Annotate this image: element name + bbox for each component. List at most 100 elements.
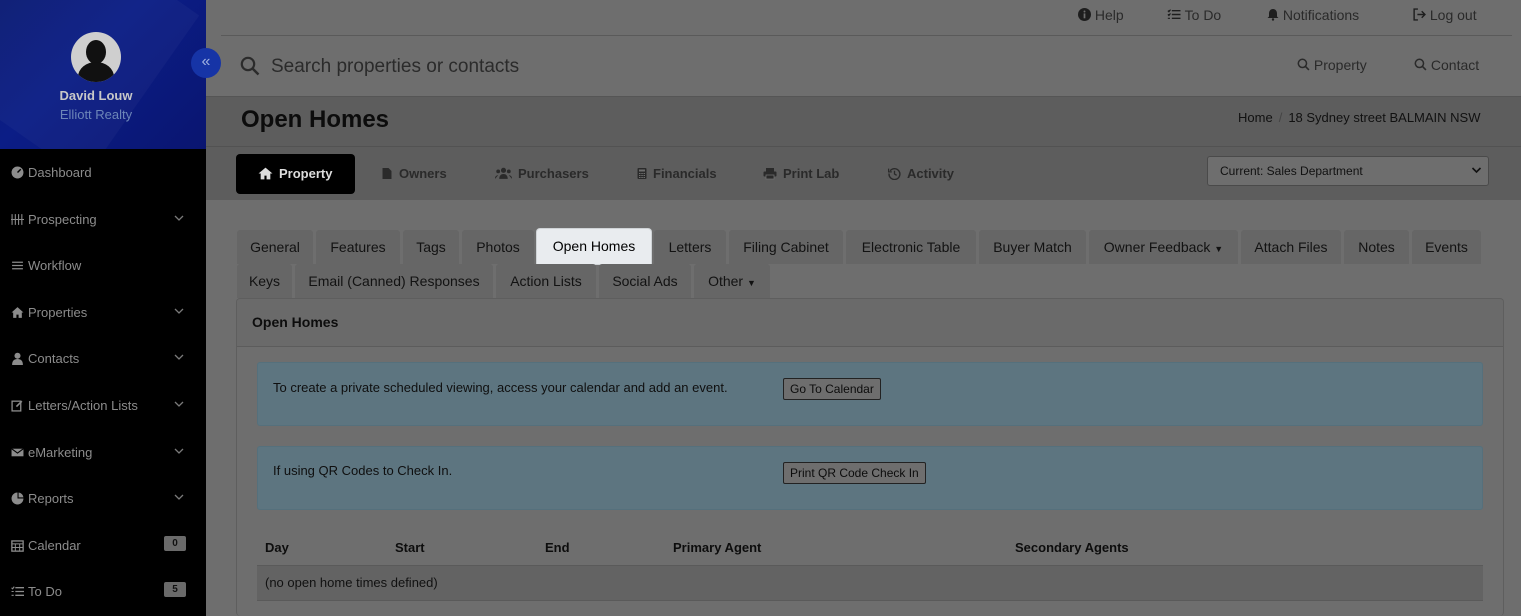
tab-owners[interactable]: Owners <box>380 154 460 194</box>
qr-info-text: If using QR Codes to Check In. <box>273 463 453 478</box>
search-property-label: Property <box>1313 57 1367 73</box>
chevron-down-icon <box>174 308 184 314</box>
subtab-open-homes[interactable]: Open Homes <box>537 229 651 264</box>
sidebar-item-properties[interactable]: Properties <box>0 292 206 332</box>
avatar[interactable] <box>71 32 121 82</box>
divider <box>206 146 1521 147</box>
column-header-primary-agent: Primary Agent <box>673 540 762 555</box>
logout-link[interactable]: Log out <box>1412 7 1477 23</box>
sidebar-item-label: Reports <box>28 491 74 506</box>
todo-count-badge: 5 <box>164 582 186 597</box>
tab-activity[interactable]: Activity <box>888 154 963 194</box>
calendar-count-badge: 0 <box>164 536 186 551</box>
subtab-attach-files[interactable]: Attach Files <box>1241 230 1341 264</box>
logout-label: Log out <box>1429 7 1477 23</box>
subtab-events[interactable]: Events <box>1412 230 1481 264</box>
column-header-day: Day <box>265 540 289 555</box>
user-icon <box>12 352 23 365</box>
tab-print-lab[interactable]: Print Lab <box>763 154 848 194</box>
breadcrumb-current: 18 Sydney street BALMAIN NSW <box>1288 110 1481 125</box>
sidebar-item-contacts[interactable]: Contacts <box>0 338 206 378</box>
print-icon <box>763 168 777 180</box>
help-link[interactable]: Help <box>1078 7 1124 23</box>
sidebar-item-prospecting[interactable]: Prospecting <box>0 199 206 239</box>
go-to-calendar-button[interactable]: Go To Calendar <box>783 378 881 400</box>
breadcrumb-separator: / <box>1278 110 1283 125</box>
subtab-email-responses[interactable]: Email (Canned) Responses <box>295 264 493 298</box>
calendar-icon <box>11 540 24 552</box>
panel-header <box>237 299 1503 347</box>
subtab-owner-feedback[interactable]: Owner Feedback ▼ <box>1089 230 1238 264</box>
list-check-icon <box>1167 9 1181 19</box>
search-icon <box>240 56 260 76</box>
home-icon <box>258 167 273 180</box>
workflow-icon <box>12 261 23 270</box>
info-icon <box>1078 8 1091 21</box>
notifications-link[interactable]: Notifications <box>1267 7 1359 23</box>
tab-label: Purchasers <box>518 166 589 181</box>
subtab-general[interactable]: General <box>237 230 313 264</box>
column-header-start: Start <box>395 540 425 555</box>
search-icon <box>1297 58 1310 71</box>
subtab-filing-cabinet[interactable]: Filing Cabinet <box>729 230 843 264</box>
sidebar-item-label: Properties <box>28 305 88 320</box>
search-contact-button[interactable]: Contact <box>1414 57 1479 73</box>
profile-card: David Louw Elliott Realty <box>0 0 206 149</box>
todo-link[interactable]: To Do <box>1167 7 1221 23</box>
chevron-down-icon <box>174 494 184 500</box>
user-company: Elliott Realty <box>59 107 133 122</box>
subtab-notes[interactable]: Notes <box>1344 230 1409 264</box>
department-select[interactable]: Current: Sales Department <box>1207 156 1489 186</box>
empty-table-message: (no open home times defined) <box>265 575 438 590</box>
breadcrumb: Home / 18 Sydney street BALMAIN NSW <box>1238 110 1481 125</box>
subtab-features[interactable]: Features <box>316 230 400 264</box>
tab-purchasers[interactable]: Purchasers <box>495 154 595 194</box>
sidebar-item-workflow[interactable]: Workflow <box>0 245 206 285</box>
sidebar-item-emarketing[interactable]: eMarketing <box>0 432 206 472</box>
chevron-down-icon <box>174 448 184 454</box>
breadcrumb-home[interactable]: Home <box>1238 110 1273 125</box>
subtab-tags[interactable]: Tags <box>403 230 459 264</box>
tab-label: Property <box>279 166 333 181</box>
print-qr-code-button[interactable]: Print QR Code Check In <box>783 462 926 484</box>
table-row <box>257 566 1483 601</box>
sidebar-item-letters[interactable]: Letters/Action Lists <box>0 385 206 425</box>
search-icon <box>1414 58 1427 71</box>
todo-label: To Do <box>1184 7 1222 23</box>
sidebar-item-calendar[interactable]: Calendar 0 <box>0 525 206 565</box>
tab-label: Activity <box>907 166 954 181</box>
tab-financials[interactable]: Financials <box>636 154 721 194</box>
tab-label: Financials <box>653 166 717 181</box>
search-input[interactable] <box>271 54 871 80</box>
search-property-button[interactable]: Property <box>1297 57 1367 73</box>
subtab-action-lists[interactable]: Action Lists <box>496 264 596 298</box>
caret-down-icon: ▼ <box>1214 244 1224 254</box>
sidebar-item-dashboard[interactable]: Dashboard <box>0 152 206 192</box>
sidebar: David Louw Elliott Realty Dashboard Pros… <box>0 0 206 616</box>
home-icon <box>11 307 24 318</box>
subtab-electronic-table[interactable]: Electronic Table <box>846 230 976 264</box>
tab-property[interactable]: Property <box>236 154 355 194</box>
dashboard-icon <box>11 166 24 179</box>
sidebar-item-label: Contacts <box>28 351 80 366</box>
file-icon <box>382 168 392 179</box>
subtab-keys[interactable]: Keys <box>237 264 292 298</box>
sidebar-item-todo[interactable]: To Do 5 <box>0 571 206 611</box>
user-name: David Louw <box>59 88 133 103</box>
collapse-sidebar-button[interactable]: « <box>191 48 221 78</box>
subtab-letters[interactable]: Letters <box>654 230 726 264</box>
subtab-social-ads[interactable]: Social Ads <box>599 264 691 298</box>
subtab-other[interactable]: Other ▼ <box>694 264 770 298</box>
sidebar-item-reports[interactable]: Reports <box>0 478 206 518</box>
search-contact-label: Contact <box>1430 57 1480 73</box>
tab-label: Owners <box>399 166 447 181</box>
page-title: Open Homes <box>241 106 390 133</box>
sidebar-item-label: Prospecting <box>28 212 97 227</box>
history-icon <box>888 167 901 180</box>
pie-chart-icon <box>11 492 24 505</box>
double-chevron-left-icon: « <box>201 53 211 70</box>
subtab-photos[interactable]: Photos <box>462 230 534 264</box>
chevron-down-icon <box>174 401 184 407</box>
subtab-buyer-match[interactable]: Buyer Match <box>979 230 1086 264</box>
chevron-down-icon <box>1471 167 1482 174</box>
